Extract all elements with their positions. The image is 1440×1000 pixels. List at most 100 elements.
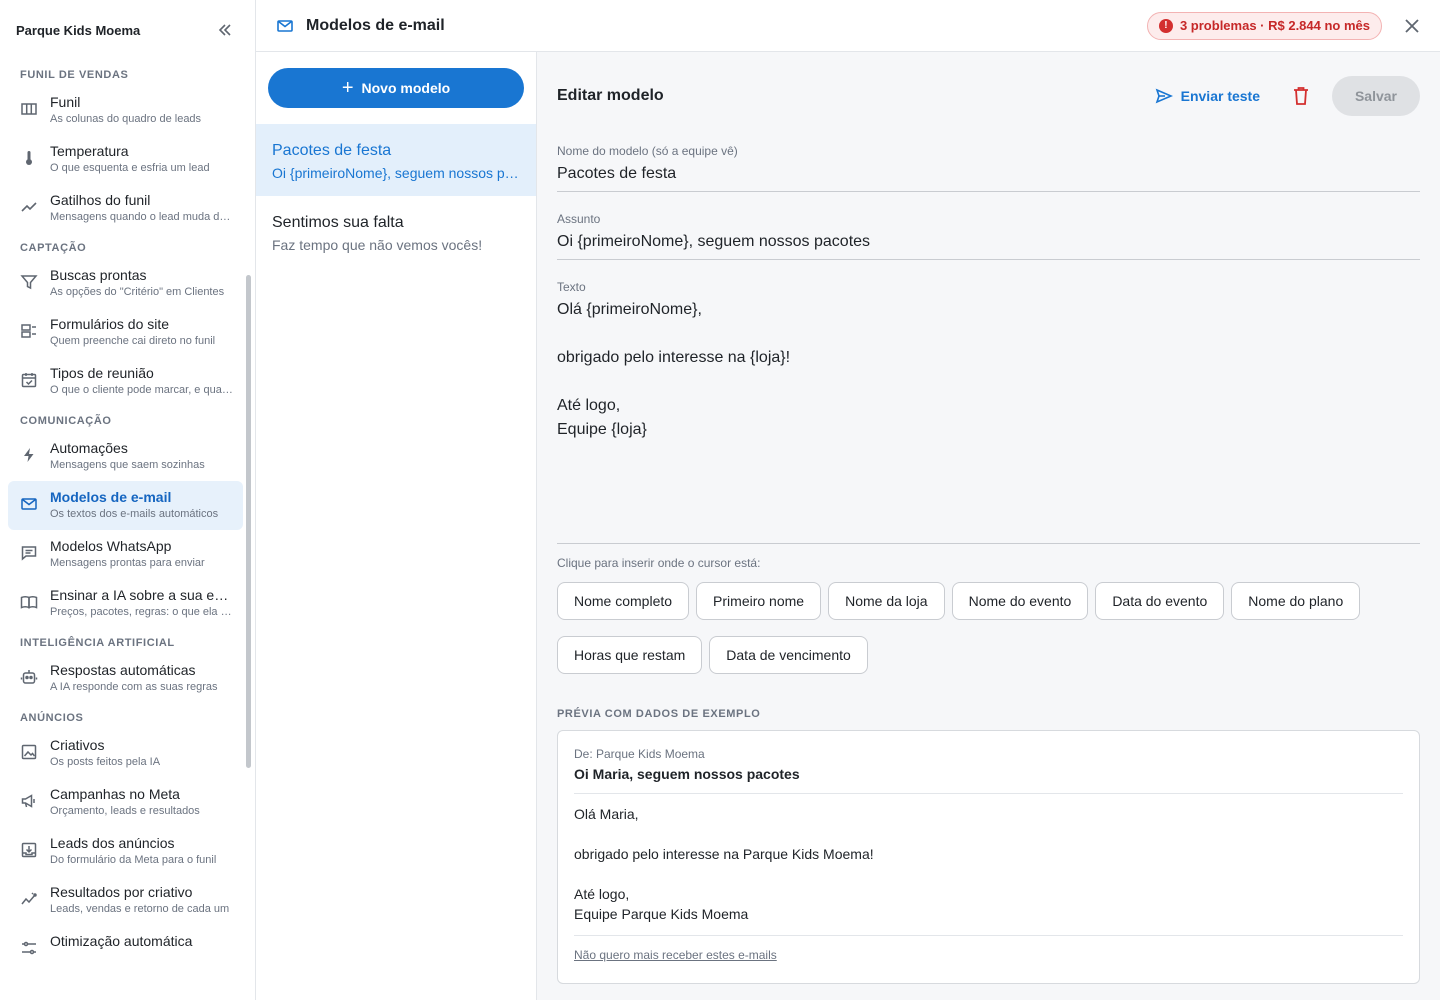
unsubscribe-link[interactable]: Não quero mais receber estes e-mails [574,948,1403,962]
thermometer-icon [18,147,40,169]
template-item[interactable]: Pacotes de festa Oi {primeiroNome}, segu… [256,124,536,196]
book-icon [18,591,40,613]
section-label-comunicacao: COMUNICAÇÃO [20,415,112,427]
sidebar-item-subtitle: Mensagens prontas para enviar [50,557,205,569]
chat-icon [18,542,40,564]
sidebar-item-title: Respostas automáticas [50,662,196,678]
sidebar-item-funil[interactable]: Funil As colunas do quadro de leads [8,86,243,135]
analytics-icon [18,888,40,910]
sidebar-item-subtitle: O que esquenta e esfria um lead [50,162,210,174]
insert-hint: Clique para inserir onde o cursor está: [557,556,761,570]
variable-chip[interactable]: Data de vencimento [709,636,868,674]
sidebar-item-respostas[interactable]: Respostas automáticas A IA responde com a… [8,654,243,703]
variable-chip[interactable]: Data do evento [1095,582,1225,620]
sidebar-item-title: Buscas prontas [50,267,147,283]
bolt-icon [18,444,40,466]
template-name: Sentimos sua falta [272,214,404,231]
close-button[interactable] [1404,18,1420,34]
preview-label: PRÉVIA COM DADOS DE EXEMPLO [557,708,761,720]
sidebar-item-title: Gatilhos do funil [50,192,151,208]
subject-input[interactable]: Oi {primeiroNome}, seguem nossos pacotes [557,232,1420,262]
sidebar-nav: FUNIL DE VENDAS Funil As colunas do quadr… [0,60,255,1000]
sidebar-item-title: Funil [50,94,81,110]
sidebar-item-subtitle: Do formulário da Meta para o funil [50,854,217,866]
page-title: Modelos de e-mail [306,16,445,34]
robot-icon [18,666,40,688]
org-name: Parque Kids Moema [16,22,141,38]
sidebar-item-title: Otimização automática [50,933,193,949]
template-name-input[interactable]: Pacotes de festa [557,164,1420,194]
sidebar-item-ensinar-ia[interactable]: Ensinar a IA sobre a sua empresa Preços, … [8,579,243,628]
sidebar-item-subtitle: A IA responde com as suas regras [50,681,218,693]
save-button[interactable]: Salvar [1332,76,1420,116]
delete-button[interactable] [1292,86,1310,106]
problems-badge[interactable]: ! 3 problemas · R$ 2.844 no mês [1146,11,1382,40]
sidebar-item-otimizacao[interactable]: Otimização automática [8,925,243,974]
sidebar-item-title: Resultados por criativo [50,884,193,900]
subject-field[interactable]: Assunto Oi {primeiroNome}, seguem nossos… [557,212,1420,260]
sidebar-item-modelos-whatsapp[interactable]: Modelos WhatsApp Mensagens prontas para e… [8,530,243,579]
preview-subject: Oi Maria, seguem nossos pacotes [574,766,1403,794]
sidebar-item-subtitle: Orçamento, leads e resultados [50,805,200,817]
sidebar-scrollbar[interactable] [246,275,251,768]
sidebar-item-gatilhos[interactable]: Gatilhos do funil Mensagens quando o lead… [8,184,243,233]
sidebar-item-subtitle: O que o cliente pode marcar, e quando [50,384,233,396]
sidebar-item-subtitle: Leads, vendas e retorno de cada um [50,903,230,915]
sidebar-item-automacoes[interactable]: Automações Mensagens que saem sozinhas [8,432,243,481]
sidebar-item-resultados[interactable]: Resultados por criativo Leads, vendas e r… [8,876,243,925]
sidebar-item-subtitle: Mensagens quando o lead muda de etapa [50,211,233,223]
alert-icon: ! [1158,18,1173,33]
collapse-sidebar-button[interactable] [213,18,237,42]
variable-chips: Nome completo Primeiro nome Nome da loja… [557,582,1387,690]
sidebar-item-buscas[interactable]: Buscas prontas As opções do "Critério" em… [8,259,243,308]
new-template-button[interactable]: + Novo modelo [268,68,524,108]
body-field[interactable]: Texto Olá {primeiroNome}, obrigado pelo … [557,280,1420,544]
problems-badge-label: 3 problemas · R$ 2.844 no mês [1179,18,1370,33]
sidebar-item-criativos[interactable]: Criativos Os posts feitos pela IA [8,729,243,778]
sidebar: Parque Kids Moema FUNIL DE VENDAS Funil A… [0,0,256,1000]
variable-chip[interactable]: Primeiro nome [696,582,822,620]
editor-title: Editar modelo [557,87,664,104]
send-test-label: Enviar teste [1180,88,1260,104]
sidebar-item-subtitle: As opções do "Critério" em Clientes [50,286,225,298]
sidebar-item-modelos-email[interactable]: Modelos de e-mail Os textos dos e-mails a… [8,481,243,530]
template-editor: Editar modelo Enviar teste Salvar Nome d… [537,52,1440,1000]
mail-icon [18,493,40,515]
sidebar-item-subtitle: Quem preenche cai direto no funil [50,335,216,347]
tune-icon [18,937,40,959]
sidebar-item-temperatura[interactable]: Temperatura O que esquenta e esfria um le… [8,135,243,184]
preview-body: Olá Maria, obrigado pelo interesse na Pa… [574,804,1403,936]
sidebar-item-title: Automações [50,440,128,456]
inbox-download-icon [18,839,40,861]
section-label-funil: FUNIL DE VENDAS [20,69,129,81]
sidebar-item-title: Modelos WhatsApp [50,538,172,554]
variable-chip[interactable]: Horas que restam [557,636,703,674]
sidebar-item-title: Criativos [50,737,105,753]
preview-from: De: Parque Kids Moema [574,747,705,761]
send-icon [1155,88,1173,104]
sidebar-item-title: Tipos de reunião [50,365,154,381]
sidebar-item-reuniao[interactable]: Tipos de reunião O que o cliente pode mar… [8,357,243,406]
sidebar-item-subtitle: Mensagens que saem sozinhas [50,459,205,471]
variable-chip[interactable]: Nome da loja [828,582,945,620]
double-chevron-left-icon [218,24,231,36]
template-item[interactable]: Sentimos sua falta Faz tempo que não vem… [256,196,536,268]
field-label: Texto [557,280,586,294]
body-textarea[interactable]: Olá {primeiroNome}, obrigado pelo intere… [557,298,1420,452]
template-name-field[interactable]: Nome do modelo (só a equipe vê) Pacotes … [557,144,1420,192]
variable-chip[interactable]: Nome do evento [951,582,1089,620]
sidebar-item-formularios[interactable]: Formulários do site Quem preenche cai dir… [8,308,243,357]
sidebar-item-subtitle: As colunas do quadro de leads [50,113,202,125]
sidebar-item-subtitle: Os posts feitos pela IA [50,756,161,768]
sidebar-item-campanhas[interactable]: Campanhas no Meta Orçamento, leads e resu… [8,778,243,827]
trending-icon [18,196,40,218]
template-name: Pacotes de festa [272,142,392,159]
sidebar-item-leads-anuncios[interactable]: Leads dos anúncios Do formulário da Meta … [8,827,243,876]
email-preview-card: De: Parque Kids Moema Oi Maria, seguem n… [557,730,1420,984]
variable-chip[interactable]: Nome do plano [1231,582,1361,620]
send-test-button[interactable]: Enviar teste [1155,87,1260,105]
new-template-label: Novo modelo [361,80,451,96]
megaphone-icon [18,790,40,812]
variable-chip[interactable]: Nome completo [557,582,690,620]
filter-icon [18,271,40,293]
